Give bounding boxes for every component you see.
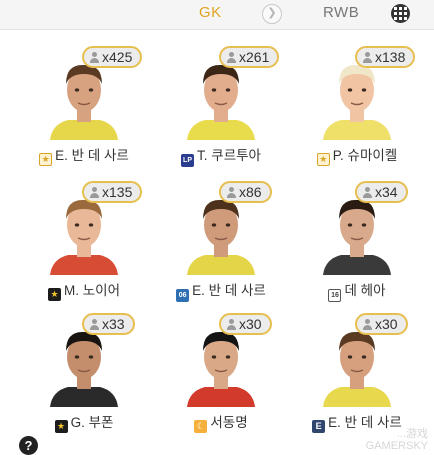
player-name: 데 헤아 (344, 283, 386, 298)
player-name: 서동명 (210, 415, 248, 430)
player-name-row: ★ G. 부폰 (24, 411, 144, 433)
person-icon (363, 319, 372, 330)
ownership-count-badge: x135 (82, 181, 143, 203)
watermark-line-1: ...游戏 (396, 428, 428, 440)
player-card[interactable]: x33 ★ G. 부폰 (24, 313, 144, 438)
player-name-row: ★ E. 반 데 사르 (24, 144, 144, 166)
ownership-count: x33 (102, 316, 125, 332)
ownership-count-badge: x138 (355, 46, 416, 68)
position-bar: GK ❯ RWB (0, 0, 434, 30)
player-name: M. 노이어 (63, 283, 120, 298)
player-name-row: 06 E. 반 데 사르 (161, 279, 281, 302)
ownership-count: x86 (239, 184, 262, 200)
player-card[interactable]: x261 LP T. 쿠르투아 (161, 46, 281, 171)
player-card[interactable]: x34 16 데 헤아 (297, 181, 417, 306)
ownership-count: x135 (102, 184, 133, 200)
player-card[interactable]: x30 E E. 반 데 사르 (297, 313, 417, 438)
watermark-line-2: GAMERSKY (365, 440, 428, 452)
ownership-count-badge: x425 (82, 46, 143, 68)
season-tag-icon: 16 (328, 289, 342, 302)
ownership-count-badge: x261 (219, 46, 280, 68)
season-tag-icon: ☾ (194, 420, 208, 433)
ownership-count-badge: x33 (82, 313, 135, 335)
person-icon (227, 187, 236, 198)
player-name-row: ☾ 서동명 (161, 411, 281, 433)
player-card[interactable]: x138 ★ P. 슈마이켈 (297, 46, 417, 171)
ownership-count: x261 (239, 49, 270, 65)
ownership-count-badge: x34 (355, 181, 408, 203)
ownership-count: x34 (375, 184, 398, 200)
player-name: T. 쿠르투아 (197, 148, 261, 163)
person-icon (363, 52, 372, 63)
current-position-tab[interactable]: GK (199, 4, 222, 21)
person-icon (90, 187, 99, 198)
player-name: E. 반 데 사르 (55, 148, 129, 163)
season-tag-icon: ★ (54, 420, 68, 433)
ownership-count: x425 (102, 49, 133, 65)
grid-menu-icon[interactable] (391, 4, 410, 23)
ownership-count-badge: x30 (219, 313, 272, 335)
person-icon (227, 52, 236, 63)
season-tag-icon: LP (181, 154, 195, 167)
ownership-count: x138 (375, 49, 406, 65)
watermark-logo: ...游戏 GAMERSKY (334, 428, 434, 455)
season-tag-icon: ★ (316, 153, 330, 166)
person-icon (227, 319, 236, 330)
ownership-count-badge: x30 (355, 313, 408, 335)
player-card[interactable]: x86 06 E. 반 데 사르 (161, 181, 281, 306)
player-name: G. 부폰 (70, 415, 114, 430)
ownership-count-badge: x86 (219, 181, 272, 203)
next-position-tab[interactable]: RWB (323, 4, 359, 21)
person-icon (363, 187, 372, 198)
season-tag-icon: ★ (39, 153, 53, 166)
player-name-row: LP T. 쿠르투아 (161, 144, 281, 167)
player-name-row: 16 데 헤아 (297, 279, 417, 302)
player-card[interactable]: x425 ★ E. 반 데 사르 (24, 46, 144, 171)
person-icon (90, 52, 99, 63)
person-icon (90, 319, 99, 330)
player-name: E. 반 데 사르 (192, 283, 266, 298)
season-tag-icon: 06 (176, 289, 190, 302)
player-name: P. 슈마이켈 (332, 148, 398, 163)
player-name-row: ★ P. 슈마이켈 (297, 144, 417, 166)
player-name-row: ★ M. 노이어 (24, 279, 144, 301)
ownership-count: x30 (239, 316, 262, 332)
player-card[interactable]: x30 ☾ 서동명 (161, 313, 281, 438)
ownership-count: x30 (375, 316, 398, 332)
season-tag-icon: ★ (47, 288, 61, 301)
season-tag-icon: E (312, 420, 326, 433)
player-card[interactable]: x135 ★ M. 노이어 (24, 181, 144, 306)
help-button[interactable]: ? (19, 436, 38, 455)
chevron-right-icon[interactable]: ❯ (262, 4, 282, 24)
